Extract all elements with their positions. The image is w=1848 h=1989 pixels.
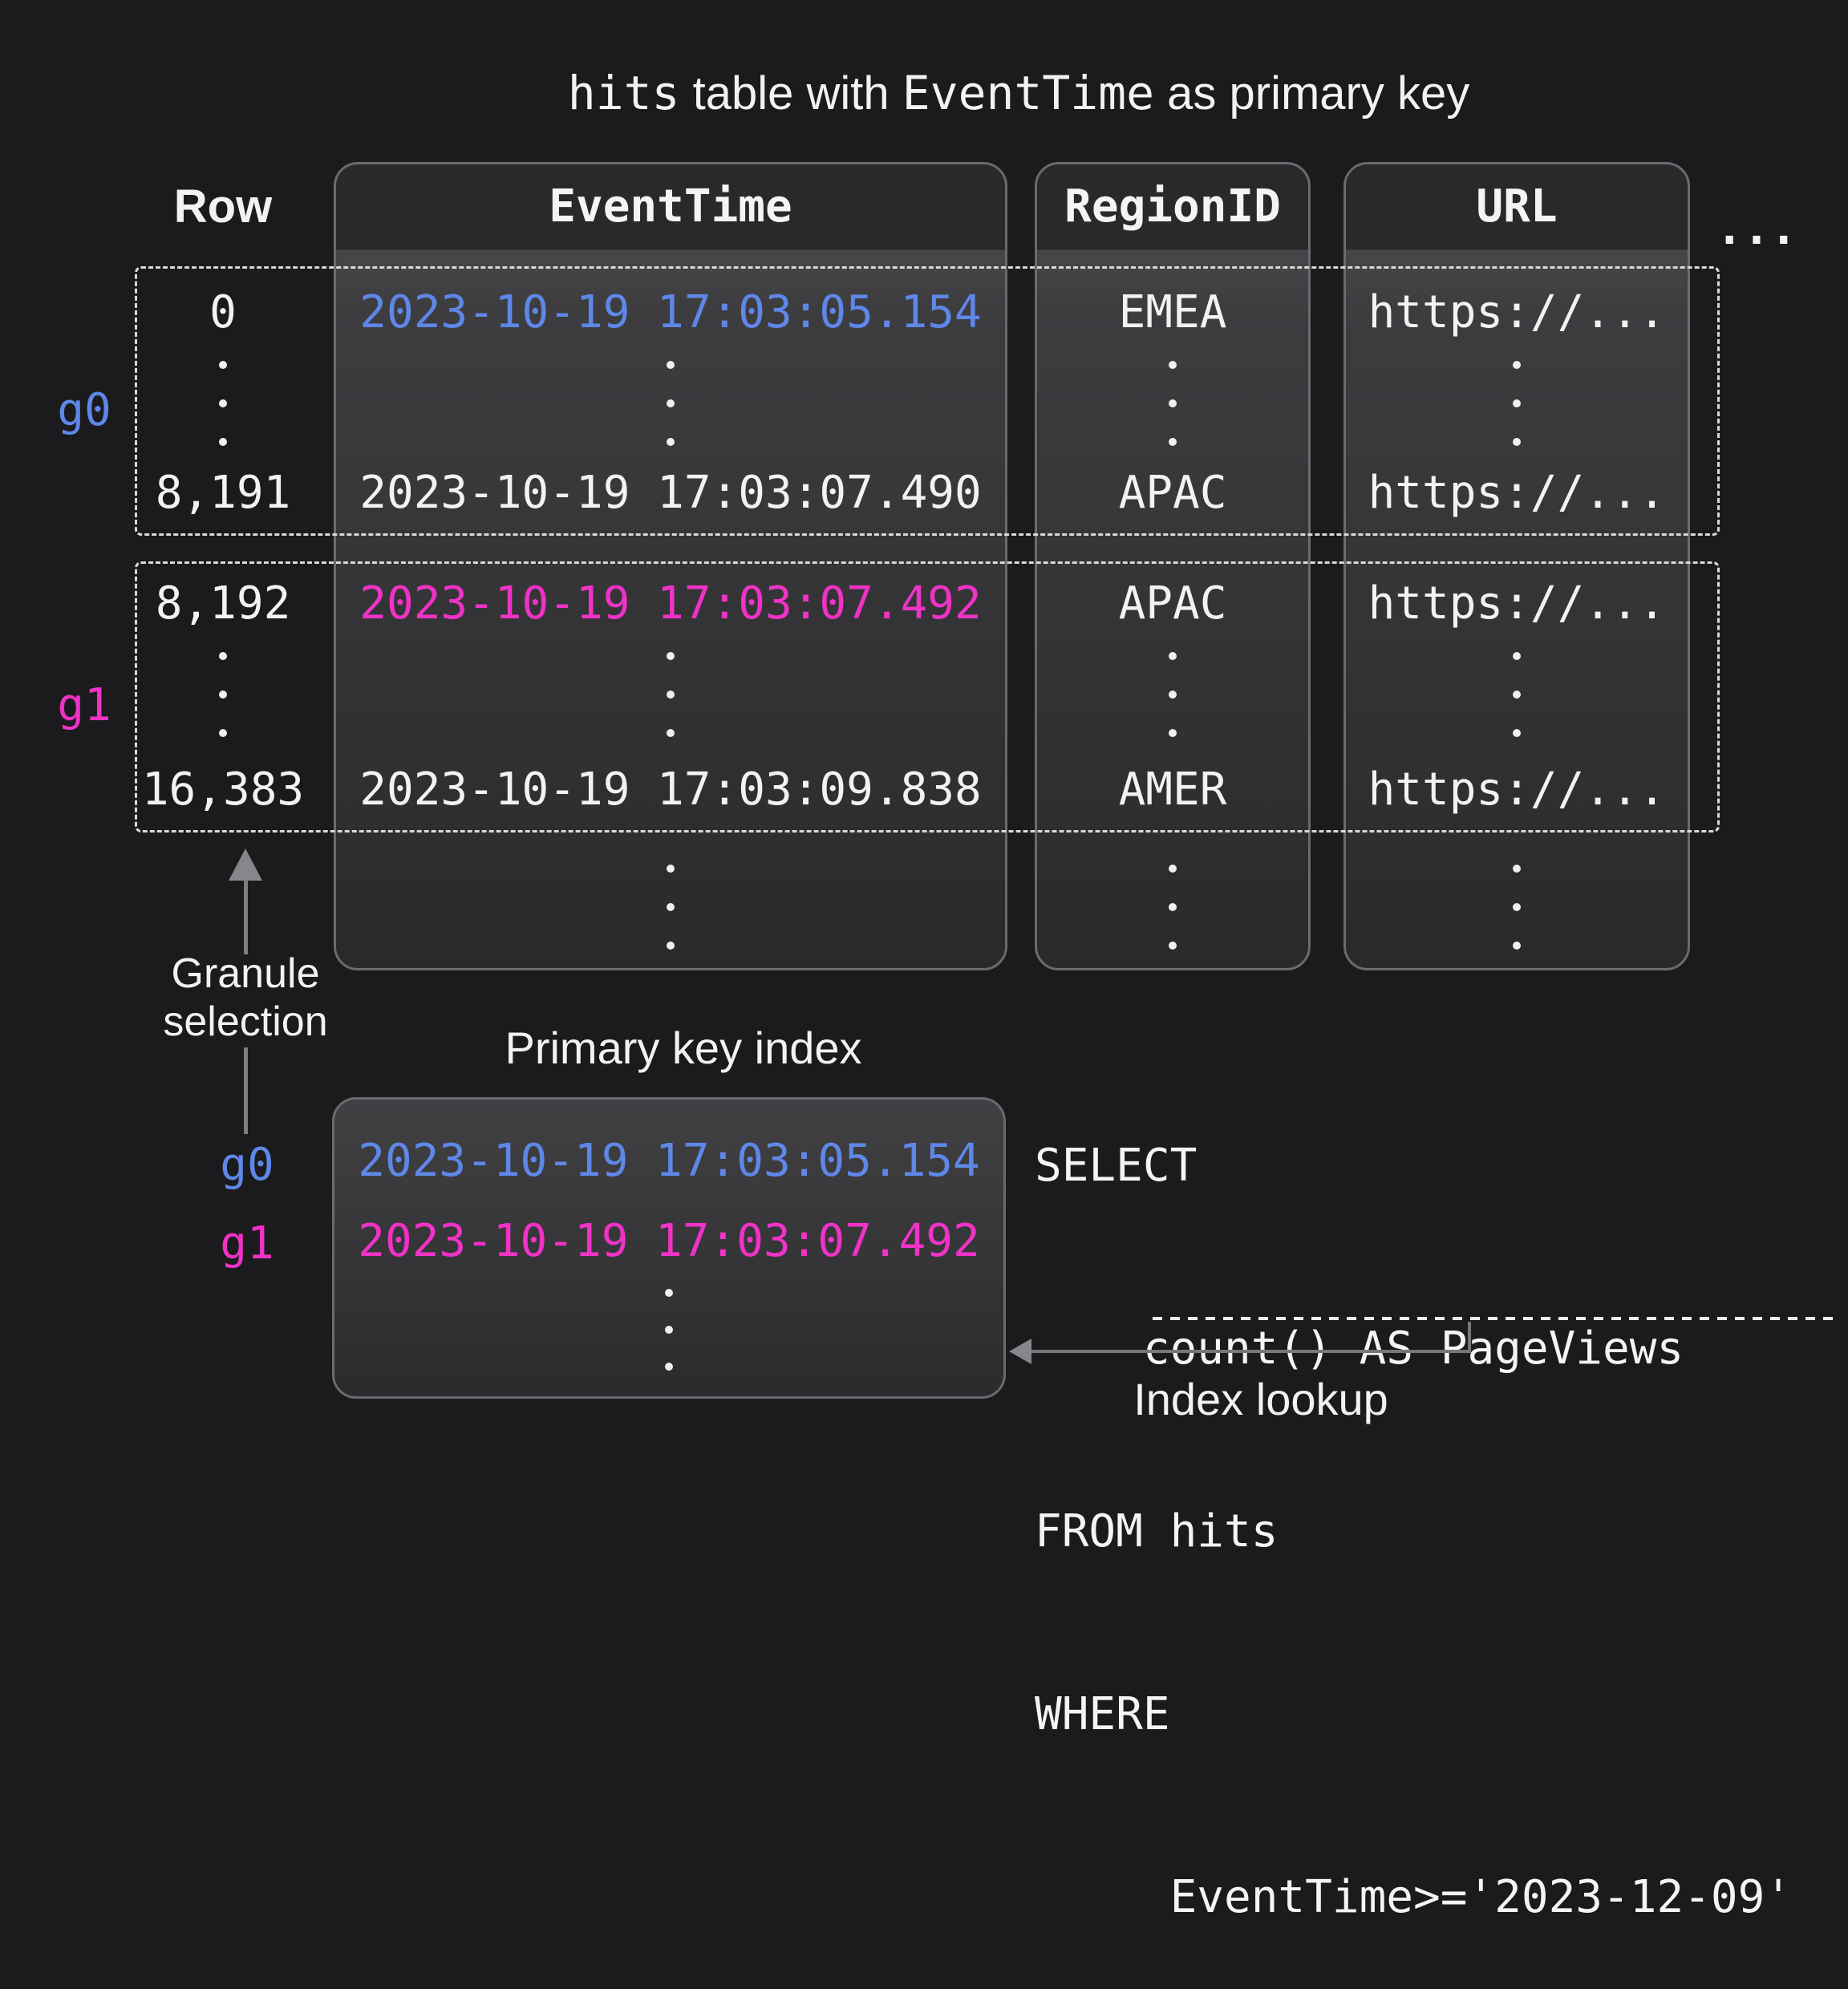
title-hits-code: hits bbox=[568, 66, 680, 120]
granule-selection-arrow-shaft bbox=[244, 879, 248, 954]
sql-line-from: FROM hits bbox=[1035, 1501, 1792, 1562]
url-column-header: URL bbox=[1346, 164, 1688, 248]
sql-line-where: WHERE bbox=[1035, 1684, 1792, 1745]
title-eventtime-code: EventTime bbox=[902, 66, 1154, 120]
vertical-ellipsis bbox=[665, 1289, 673, 1371]
granule-g0-label: g0 bbox=[32, 388, 136, 433]
primary-key-index-title: Primary key index bbox=[443, 1022, 924, 1074]
regionid-column-header: RegionID bbox=[1037, 164, 1308, 248]
pk-index-g0-label: g0 bbox=[195, 1143, 299, 1188]
url-column-label: URL bbox=[1476, 180, 1557, 233]
sql-line-count: count() AS PageViews bbox=[1035, 1319, 1792, 1379]
where-clause-underline bbox=[1153, 1317, 1841, 1320]
vertical-ellipsis bbox=[1513, 865, 1521, 950]
index-lookup-arrowhead-icon bbox=[1009, 1339, 1031, 1364]
granule-selection-label: Granule selection bbox=[85, 950, 406, 1046]
vertical-ellipsis bbox=[1169, 865, 1177, 950]
granule-g1-outline bbox=[135, 561, 1720, 832]
eventtime-column-label: EventTime bbox=[549, 180, 792, 233]
title-tail-text: as primary key bbox=[1154, 67, 1469, 120]
granule-selection-arrow-tail bbox=[244, 1047, 248, 1134]
granule-selection-label-line1: Granule bbox=[85, 950, 406, 998]
index-lookup-arrow-vertical bbox=[1468, 1322, 1471, 1352]
title-mid-text: table with bbox=[679, 67, 902, 120]
granule-g1-label: g1 bbox=[32, 683, 136, 728]
sql-query: SELECT count() AS PageViews FROM hits WH… bbox=[1035, 1014, 1792, 1989]
regionid-column-label: RegionID bbox=[1064, 180, 1281, 233]
granule-selection-label-line2: selection bbox=[85, 998, 406, 1046]
pk-index-g1-label: g1 bbox=[195, 1221, 299, 1266]
vertical-ellipsis bbox=[667, 865, 675, 950]
more-columns-ellipsis: ... bbox=[1704, 207, 1809, 252]
page-title: hits table with EventTime as primary key bbox=[449, 66, 1588, 120]
row-column-header: Row bbox=[124, 184, 322, 229]
sql-line-condition: EventTime>='2023-12-09' bbox=[1035, 1867, 1792, 1928]
granule-g0-outline bbox=[135, 266, 1720, 536]
granule-selection-arrowhead-icon bbox=[229, 849, 262, 881]
eventtime-column-header: EventTime bbox=[336, 164, 1005, 248]
index-lookup-arrow-horizontal bbox=[1028, 1350, 1471, 1353]
index-lookup-label: Index lookup bbox=[1036, 1373, 1485, 1425]
pk-index-g0-value: 2023-10-19 17:03:05.154 bbox=[332, 1139, 1006, 1184]
sql-line-select: SELECT bbox=[1035, 1136, 1792, 1197]
pk-index-g1-value: 2023-10-19 17:03:07.492 bbox=[332, 1219, 1006, 1264]
